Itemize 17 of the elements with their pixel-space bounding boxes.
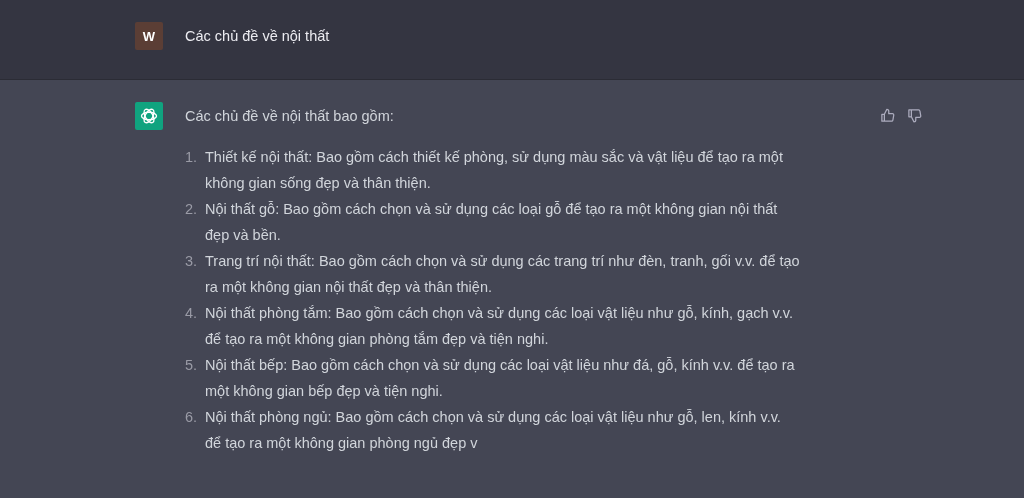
list-item-text: Thiết kế nội thất: Bao gồm cách thiết kế phòng, sử dụng màu sắc và vật liệu để tạo ra một không gian sống đẹp và thân thiện. <box>205 148 784 193</box>
list-item-text: Nội thất gỗ: Bao gồm cách chọn và sử dụng các loại gỗ để tạo ra một không gian nội thất đẹp và bền. <box>205 200 779 245</box>
list-item-text: Trang trí nội thất: Bao gồm cách chọn và sử dụng các trang trí như đèn, tranh, gối v.v. để tạo ra một không gian nội thất đẹp và thân thiện. <box>205 252 800 297</box>
list-item-text: Nội thất bếp: Bao gồm cách chọn và sử dụng các loại vật liệu như đá, gỗ, kính v.v. để tạo ra một không gian bếp đẹp và tiện nghi. <box>205 356 796 401</box>
assistant-intro: Các chủ đề về nội thất bao gồm: <box>185 107 395 126</box>
list-number: 3. <box>185 252 199 271</box>
list-number: 4. <box>185 304 199 323</box>
thumbs-down-icon[interactable] <box>907 108 922 123</box>
list-number: 6. <box>185 408 199 427</box>
list-number: 1. <box>185 148 199 167</box>
list-item-text: Nội thất phòng ngủ: Bao gồm cách chọn và sử dụng các loại vật liệu như gỗ, len, kính v.v. để tạo ra một không gian phòng ngủ đẹp v <box>205 408 782 453</box>
list-item-text: Nội thất phòng tắm: Bao gồm cách chọn và sử dụng các loại vật liệu như gỗ, kính, gạch v.v. để tạo ra một không gian phòng tắm đẹp và tiện nghi. <box>205 304 794 349</box>
list-number: 5. <box>185 356 199 375</box>
user-message: Các chủ đề về nội thất <box>185 27 330 46</box>
list-number: 2. <box>185 200 199 219</box>
thumbs-up-icon[interactable] <box>880 108 895 123</box>
user-avatar: W <box>135 22 163 50</box>
